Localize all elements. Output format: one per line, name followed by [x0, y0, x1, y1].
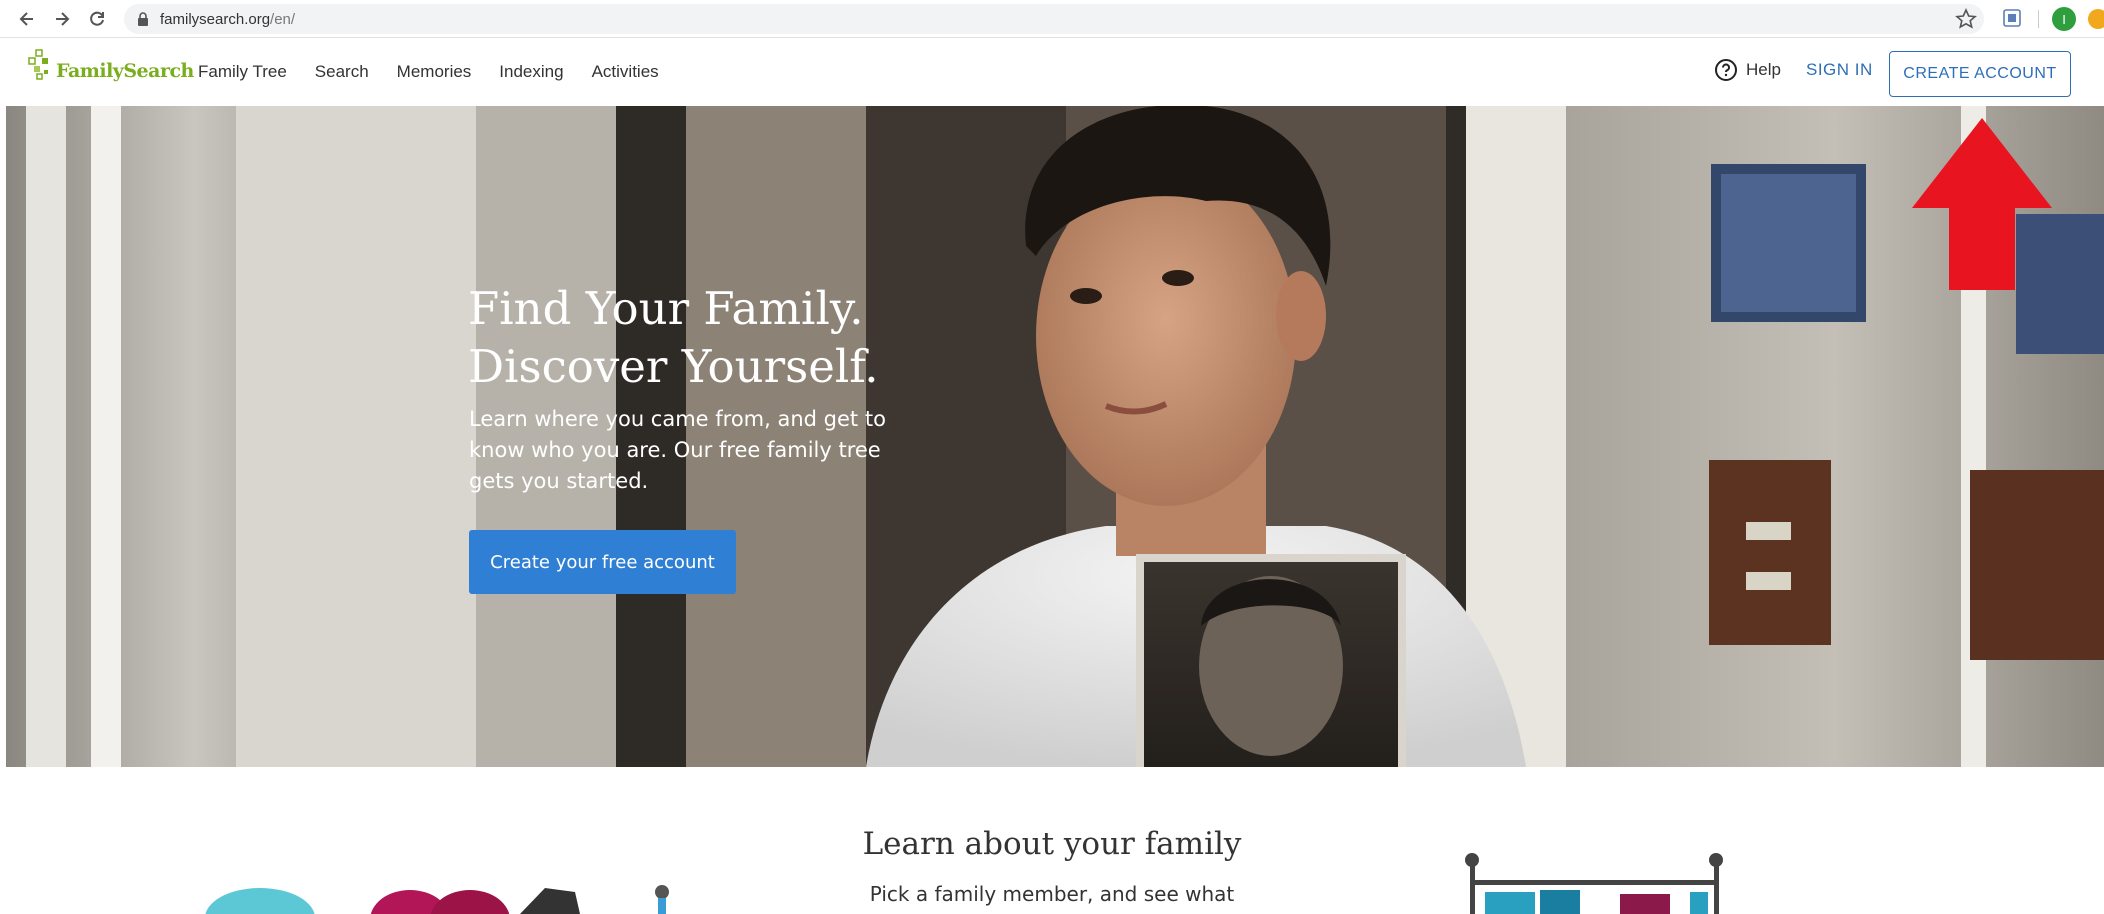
- browser-toolbar: familysearch.org/en/ I: [0, 0, 2104, 38]
- reload-icon[interactable]: [80, 2, 114, 36]
- hero-banner: Find Your Family. Discover Yourself. Lea…: [6, 106, 2104, 767]
- create-account-button[interactable]: CREATE ACCOUNT: [1889, 51, 2071, 97]
- help-icon: [1715, 59, 1737, 81]
- hero-photo: [6, 106, 2104, 767]
- hero-title-line-2: Discover Yourself.: [468, 340, 879, 393]
- address-bar[interactable]: familysearch.org/en/: [124, 4, 1984, 34]
- url-path: /en/: [270, 10, 296, 28]
- extension-icon-orange[interactable]: [2088, 9, 2104, 29]
- nav-memories[interactable]: Memories: [397, 62, 472, 82]
- nav-family-tree[interactable]: Family Tree: [198, 62, 287, 82]
- red-arrow-annotation-icon: [1912, 118, 2052, 290]
- url-text: familysearch.org/en/: [160, 11, 295, 28]
- hero-title: Find Your Family. Discover Yourself.: [468, 280, 1028, 396]
- nav-indexing[interactable]: Indexing: [499, 62, 563, 82]
- help-label: Help: [1746, 60, 1781, 79]
- family-illustration-left: [205, 885, 669, 914]
- url-domain: familysearch.org: [160, 10, 271, 28]
- site-header: FamilySearch Family Tree Search Memories…: [0, 38, 2104, 106]
- profile-avatar[interactable]: I: [2052, 7, 2076, 31]
- hero-subtitle: Learn where you came from, and get to kn…: [469, 407, 886, 493]
- nav-activities[interactable]: Activities: [592, 62, 659, 82]
- main-nav: Family Tree Search Memories Indexing Act…: [198, 38, 687, 106]
- section-title: Learn about your family: [862, 826, 1242, 862]
- logo-text: FamilySearch: [56, 60, 194, 82]
- back-icon[interactable]: [10, 2, 44, 36]
- create-free-account-button[interactable]: Create your free account: [469, 530, 736, 594]
- nav-search[interactable]: Search: [315, 62, 369, 82]
- help-link[interactable]: Help: [1714, 58, 1781, 82]
- bookshelf-illustration: [1465, 853, 1723, 914]
- lock-icon: [138, 12, 148, 26]
- sign-in-link[interactable]: SIGN IN: [1806, 60, 1873, 80]
- extension-icon[interactable]: [2003, 9, 2021, 27]
- forward-icon[interactable]: [45, 2, 79, 36]
- hero-title-line-1: Find Your Family.: [468, 282, 864, 335]
- toolbar-divider: [2038, 10, 2039, 28]
- familysearch-logo[interactable]: FamilySearch: [28, 48, 194, 86]
- bookmark-star-icon[interactable]: [1955, 8, 1977, 30]
